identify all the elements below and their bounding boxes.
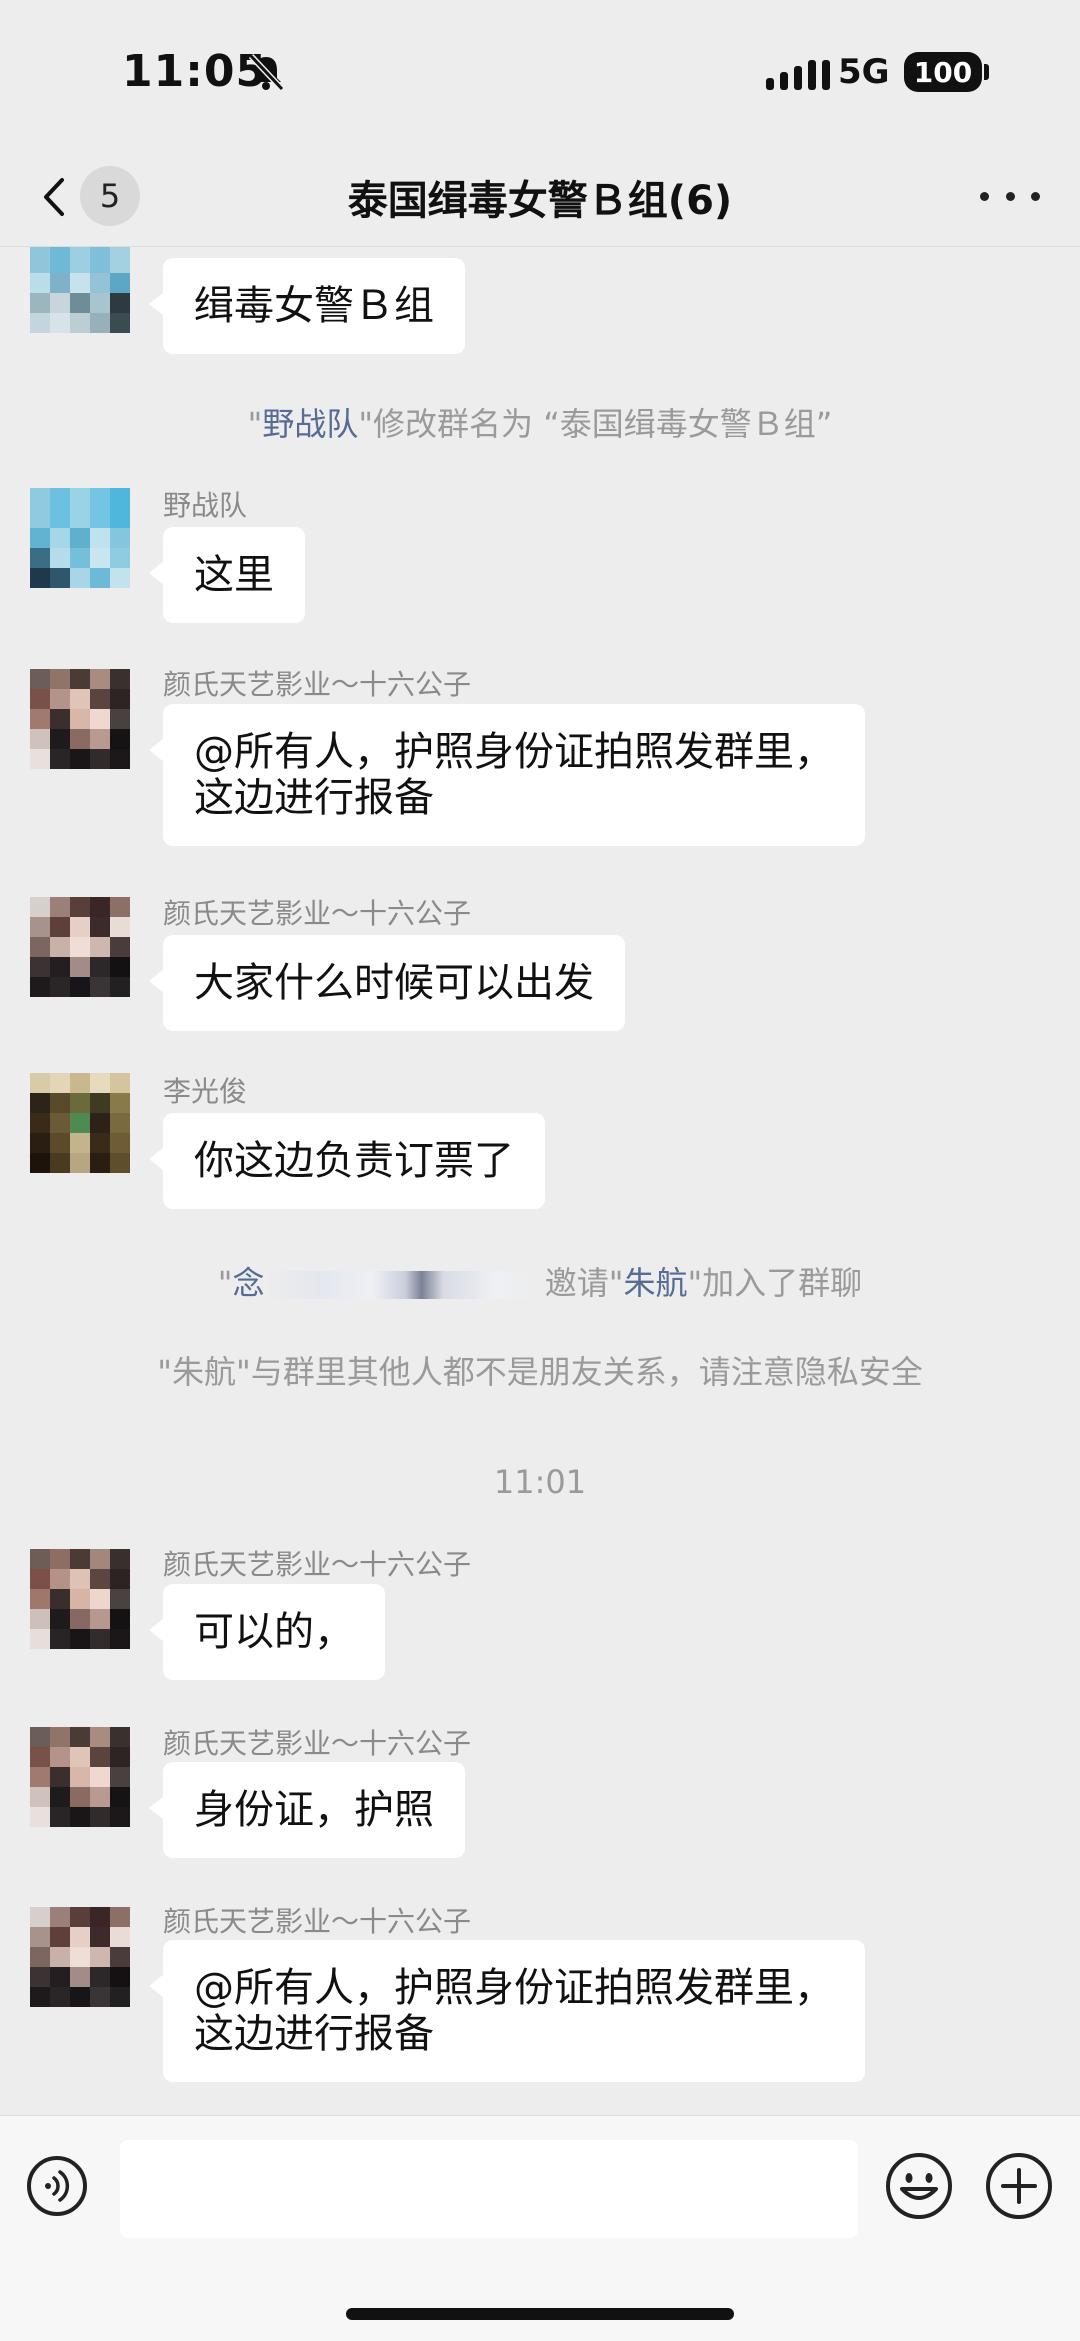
avatar[interactable]: [30, 1549, 130, 1649]
battery-icon: 100: [904, 52, 982, 92]
avatar[interactable]: [30, 1073, 130, 1173]
system-message-rename: "野战队"修改群名为 “泰国缉毒女警Ｂ组”: [0, 399, 1080, 445]
more-dots-icon[interactable]: [980, 176, 1040, 216]
invite-text: 邀请": [534, 1264, 624, 1302]
sender-name: 颜氏天艺影业～十六公子: [163, 1727, 472, 1760]
signal-strength-icon: [766, 58, 830, 90]
sender-name: 李光俊: [163, 1075, 248, 1108]
avatar[interactable]: [30, 1907, 130, 2007]
message-bubble[interactable]: 你这边负责订票了: [149, 1113, 545, 1209]
emoji-icon[interactable]: [884, 2151, 954, 2221]
plus-circle-icon[interactable]: [984, 2151, 1054, 2221]
home-indicator[interactable]: [346, 2308, 734, 2320]
message-input[interactable]: [120, 2140, 858, 2238]
message-list[interactable]: 缉毒女警Ｂ组 "野战队"修改群名为 “泰国缉毒女警Ｂ组” 野战队 这里 颜氏天艺…: [0, 247, 1080, 2115]
avatar[interactable]: [30, 488, 130, 588]
bell-slash-icon: [248, 53, 285, 92]
chat-screen: 11:05 5G 100 5 泰国缉毒女警Ｂ组(6) 缉毒女警Ｂ组 "野战队"修…: [0, 0, 1080, 2341]
status-bar: 11:05 5G 100: [0, 0, 1080, 150]
battery-level: 100: [913, 55, 973, 89]
message-bubble[interactable]: 这里: [149, 527, 305, 623]
member-link[interactable]: 野战队: [262, 405, 358, 443]
voice-icon[interactable]: [26, 2155, 88, 2217]
avatar[interactable]: [30, 247, 130, 333]
sender-name: 颜氏天艺影业～十六公子: [163, 1548, 472, 1581]
message-bubble[interactable]: @所有人，护照身份证拍照发群里， 这边进行报备: [149, 704, 865, 846]
message-bubble[interactable]: @所有人，护照身份证拍照发群里， 这边进行报备: [149, 1940, 865, 2082]
message-bubble[interactable]: 身份证，护照: [149, 1762, 465, 1858]
invitee-link[interactable]: 朱航: [623, 1264, 687, 1302]
nav-bar: 5 泰国缉毒女警Ｂ组(6): [0, 150, 1080, 247]
redacted-name-blur: [264, 1271, 535, 1299]
battery-tip: [984, 64, 989, 80]
sender-name: 颜氏天艺影业～十六公子: [163, 1905, 472, 1938]
avatar[interactable]: [30, 897, 130, 997]
system-message-invite: "念 邀请"朱航"加入了群聊: [0, 1258, 1080, 1304]
time-divider: 11:01: [493, 1463, 587, 1501]
inviter-link[interactable]: 念: [233, 1264, 265, 1302]
rename-text: "修改群名为 “泰国缉毒女警Ｂ组”: [358, 405, 833, 443]
sender-name: 颜氏天艺影业～十六公子: [163, 668, 472, 701]
message-bubble[interactable]: 可以的，: [149, 1584, 385, 1680]
quote: ": [217, 1264, 233, 1302]
system-message-privacy: "朱航"与群里其他人都不是朋友关系，请注意隐私安全: [157, 1353, 923, 1391]
network-type: 5G: [838, 52, 890, 92]
avatar[interactable]: [30, 1727, 130, 1827]
message-bubble[interactable]: 大家什么时候可以出发: [149, 935, 625, 1031]
avatar[interactable]: [30, 669, 130, 769]
page-title: 泰国缉毒女警Ｂ组(6): [347, 178, 733, 224]
sender-name: 野战队: [163, 489, 248, 522]
quote: ": [247, 405, 263, 443]
joined-text: "加入了群聊: [687, 1264, 863, 1302]
message-bubble[interactable]: 缉毒女警Ｂ组: [149, 258, 465, 354]
sender-name: 颜氏天艺影业～十六公子: [163, 897, 472, 930]
